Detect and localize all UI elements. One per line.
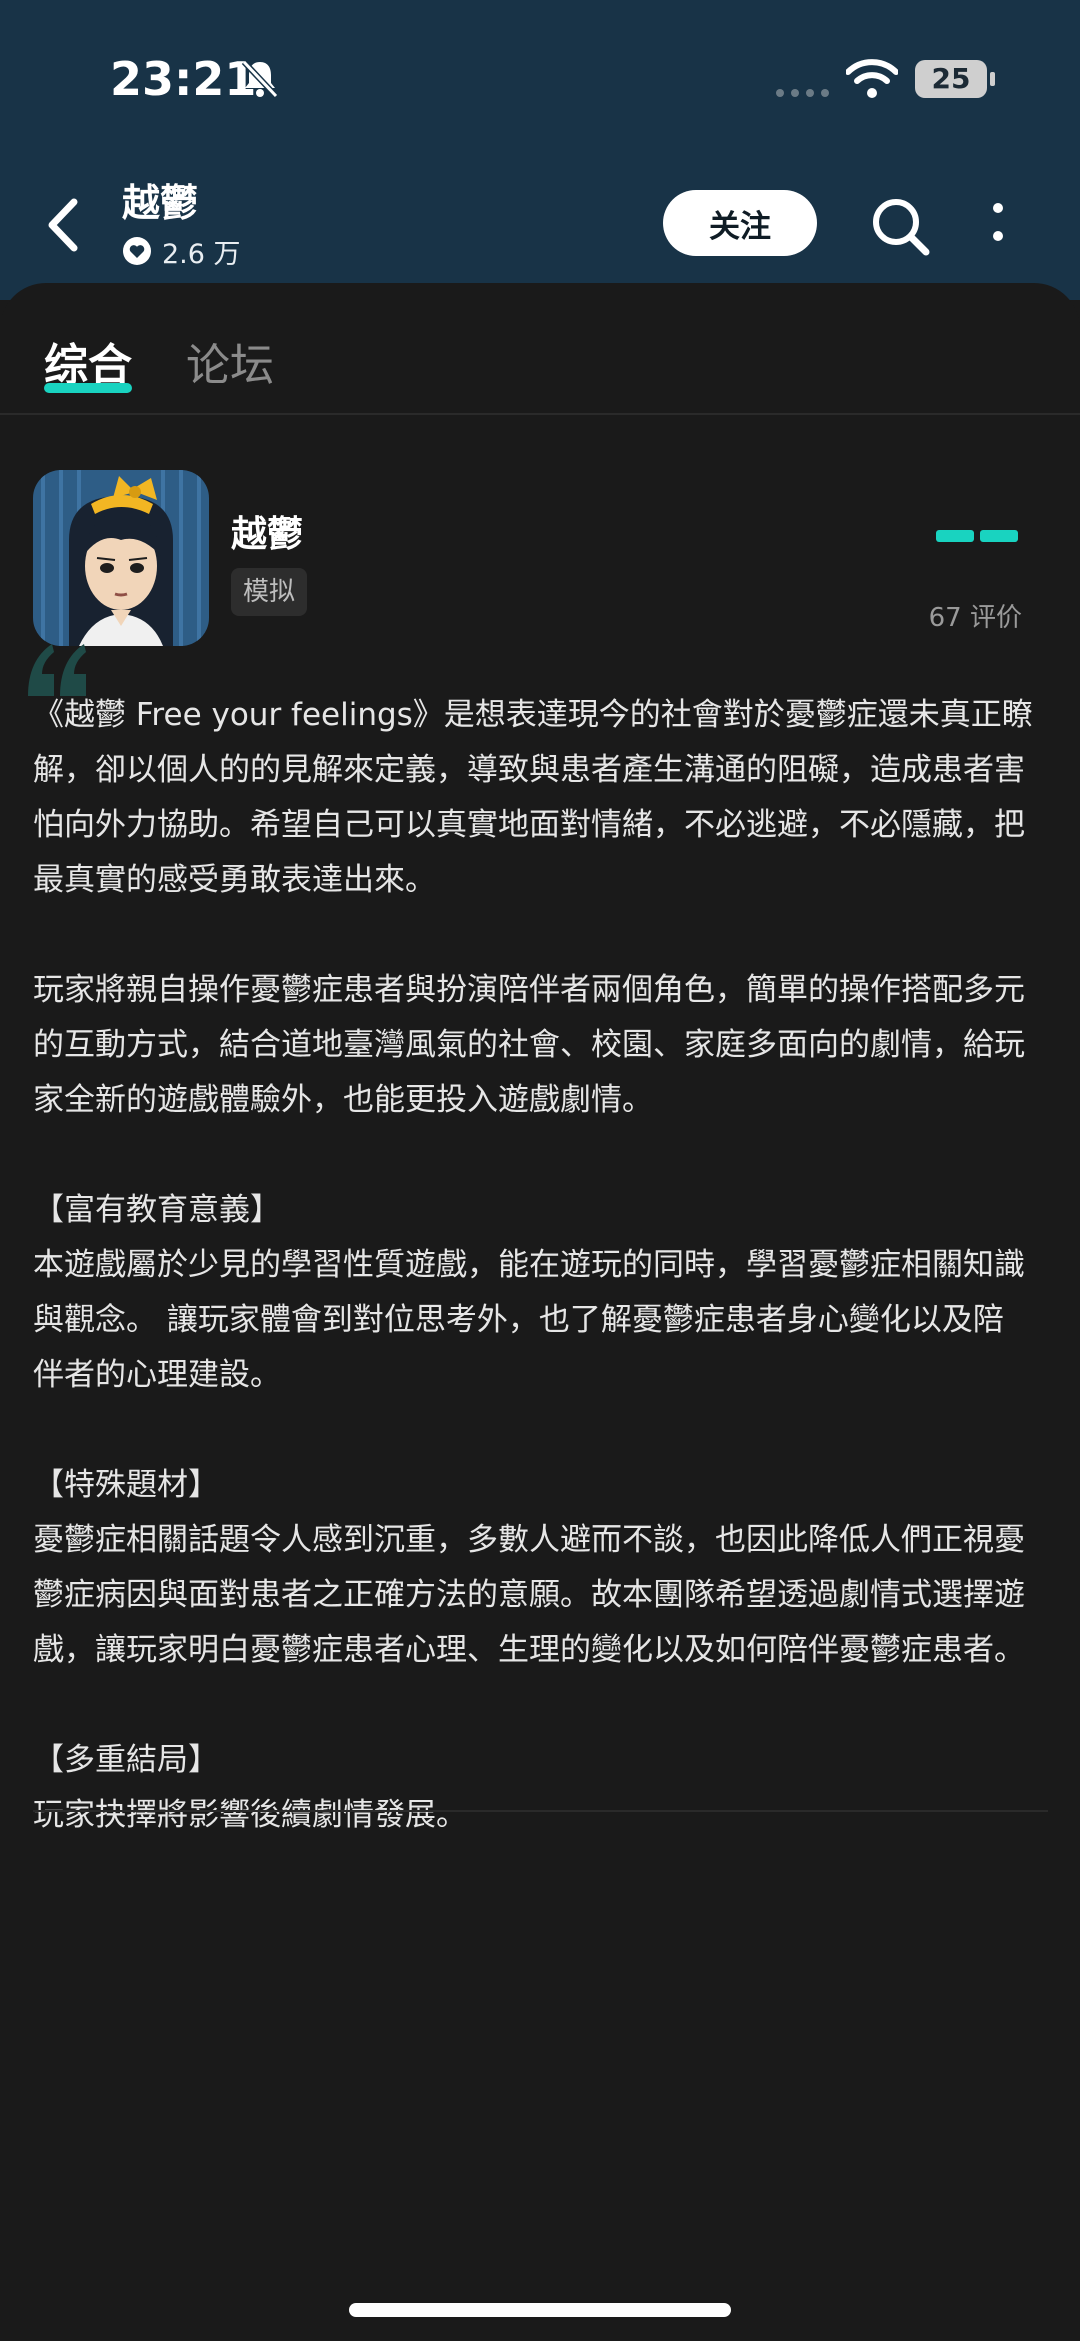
app-description: 《越鬱 Free your feelings》是想表達現今的社會對於憂鬱症還未真…	[33, 688, 1033, 1843]
section-heading: 【多重結局】	[33, 1742, 219, 1778]
description-paragraph: 玩家將親自操作憂鬱症患者與扮演陪伴者兩個角色，簡單的操作搭配多元的互動方式，結合…	[33, 972, 1025, 1118]
header: 23:21 25 越鬱 2.6 万 关注	[0, 0, 1080, 300]
app-icon	[33, 470, 209, 646]
bell-off-icon	[241, 59, 279, 99]
tab-active-indicator	[44, 383, 132, 393]
signal-icon	[776, 89, 829, 97]
battery-tip	[990, 72, 995, 86]
status-bar: 23:21 25	[0, 0, 1080, 150]
tab-forum[interactable]: 论坛	[186, 329, 274, 393]
section-heading: 【特殊題材】	[33, 1467, 219, 1503]
page-title: 越鬱	[122, 181, 199, 225]
back-button[interactable]	[36, 190, 92, 260]
rating-count[interactable]: 67 评价	[929, 597, 1022, 634]
description-paragraph: 憂鬱症相關話題令人感到沉重，多數人避而不談，也因此降低人們正視憂鬱症病因與面對患…	[33, 1522, 1025, 1668]
app-name: 越鬱	[231, 514, 304, 555]
likes-label: 2.6 万	[162, 238, 241, 270]
wifi-icon	[846, 59, 898, 98]
follow-button[interactable]: 关注	[663, 190, 817, 256]
divider	[33, 1810, 1048, 1812]
status-time: 23:21	[110, 52, 257, 106]
battery-indicator: 25	[915, 60, 987, 98]
description-paragraph: 本遊戲屬於少見的學習性質遊戲，能在遊玩的同時，學習憂鬱症相關知識與觀念。 讓玩家…	[33, 1247, 1025, 1393]
description-paragraph: 玩家抉擇將影響後續劇情發展。	[33, 1797, 467, 1833]
rating-placeholder	[936, 530, 1018, 542]
heart-icon	[123, 237, 151, 265]
section-heading: 【富有教育意義】	[33, 1192, 281, 1228]
home-indicator[interactable]	[349, 2303, 731, 2317]
description-paragraph: 《越鬱 Free your feelings》是想表達現今的社會對於憂鬱症還未真…	[33, 697, 1033, 898]
more-icon[interactable]	[986, 196, 1010, 252]
app-page: 23:21 25 越鬱 2.6 万 关注 综合 论坛 越鬱 模拟 67 评价 《…	[0, 0, 1080, 2341]
genre-tag[interactable]: 模拟	[231, 568, 308, 616]
tab-bar: 综合 论坛	[0, 283, 1080, 415]
likes-count: 2.6 万	[122, 233, 241, 270]
search-icon[interactable]	[866, 192, 934, 260]
